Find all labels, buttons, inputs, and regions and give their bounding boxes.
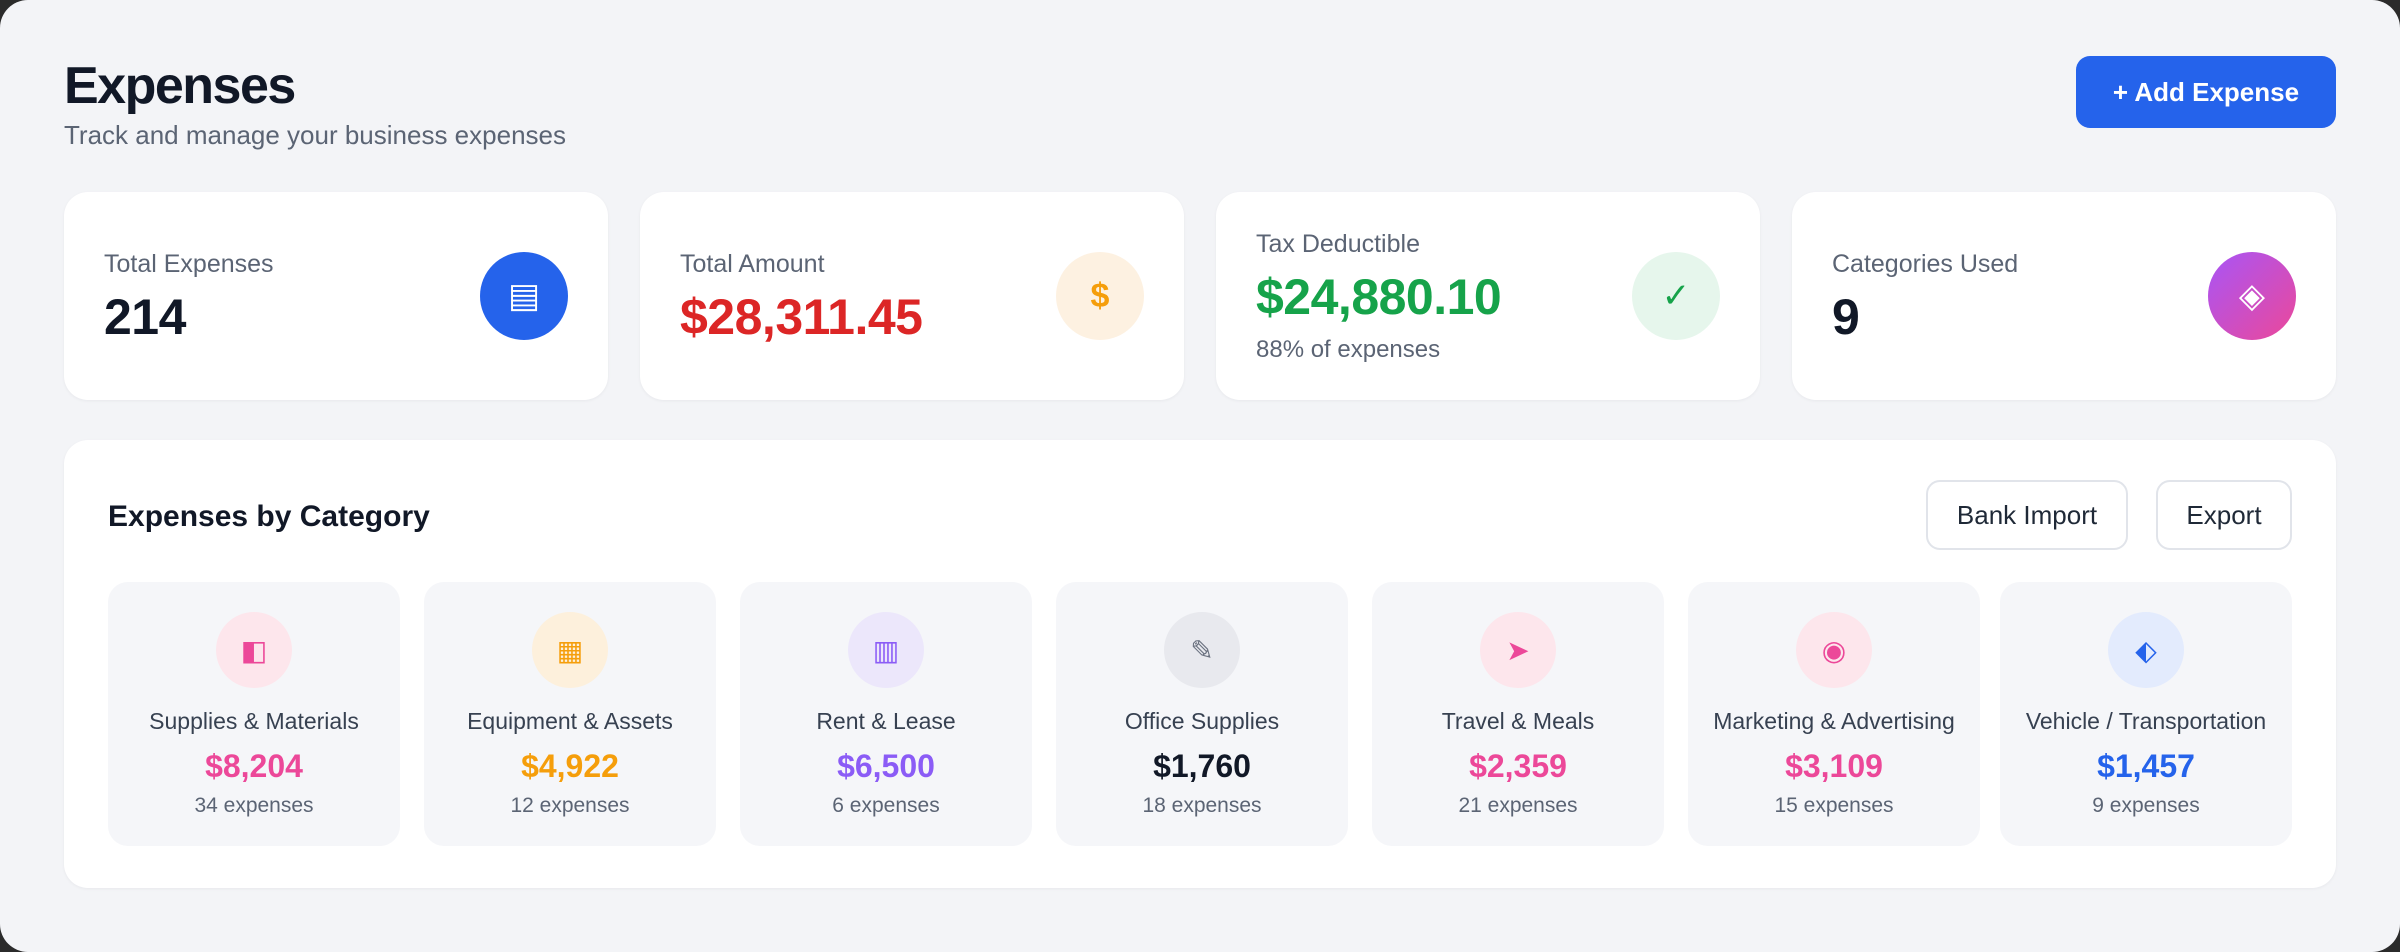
category-name: Travel & Meals: [1441, 708, 1595, 734]
panel-title: Expenses by Category: [108, 500, 430, 533]
stat-label: Total Amount: [680, 250, 825, 278]
stat-label: Total Expenses: [104, 250, 274, 278]
diamond-icon: ◈: [2208, 252, 2296, 340]
stat-value: 214: [104, 289, 186, 345]
checkmark-icon: ✓: [1632, 252, 1720, 340]
stat-label: Categories Used: [1832, 250, 2019, 278]
category-count: 6 expenses: [832, 794, 940, 817]
document-icon: ▤: [480, 252, 568, 340]
category-amount: $2,359: [1469, 748, 1567, 784]
category-amount: $4,922: [521, 748, 619, 784]
stat-card-categories-used: Categories Used 9 ◈: [1792, 192, 2336, 400]
bank-import-button[interactable]: Bank Import: [1926, 480, 2128, 550]
category-card-vehicle[interactable]: ⬖ Vehicle / Transportation $1,457 9 expe…: [2000, 582, 2292, 846]
page-title: Expenses: [64, 57, 296, 115]
category-name: Equipment & Assets: [467, 708, 673, 734]
page-subtitle: Track and manage your business expenses: [64, 120, 566, 150]
category-card-rent[interactable]: ▥ Rent & Lease $6,500 6 expenses: [740, 582, 1032, 846]
stat-card-total-amount: Total Amount $28,311.45 $: [640, 192, 1184, 400]
stat-note: 88% of expenses: [1256, 336, 1441, 363]
stat-card-tax-deductible: Tax Deductible $24,880.10 88% of expense…: [1216, 192, 1760, 400]
vehicle-icon: ⬖: [2108, 612, 2184, 688]
category-amount: $3,109: [1785, 748, 1883, 784]
category-name: Rent & Lease: [816, 708, 956, 734]
category-name: Vehicle / Transportation: [2025, 708, 2267, 734]
category-count: 9 expenses: [2092, 794, 2200, 817]
category-count: 18 expenses: [1142, 794, 1262, 817]
category-count: 21 expenses: [1458, 794, 1578, 817]
building-icon: ▥: [848, 612, 924, 688]
add-expense-button[interactable]: + Add Expense: [2076, 56, 2336, 128]
category-amount: $8,204: [205, 748, 303, 784]
category-name: Marketing & Advertising: [1713, 708, 1955, 734]
category-amount: $1,760: [1153, 748, 1251, 784]
category-count: 12 expenses: [510, 794, 630, 817]
category-panel: Expenses by Category Bank Import Export …: [64, 440, 2336, 888]
category-amount: $1,457: [2097, 748, 2195, 784]
target-icon: ◉: [1796, 612, 1872, 688]
category-name: Supplies & Materials: [149, 708, 359, 734]
category-card-equipment[interactable]: ▦ Equipment & Assets $4,922 12 expenses: [424, 582, 716, 846]
stat-value: 9: [1832, 289, 1860, 345]
category-count: 15 expenses: [1774, 794, 1894, 817]
stat-value: $28,311.45: [680, 289, 923, 345]
supplies-icon: ◧: [216, 612, 292, 688]
stat-label: Tax Deductible: [1256, 230, 1420, 258]
stat-value: $24,880.10: [1256, 269, 1502, 325]
equipment-icon: ▦: [532, 612, 608, 688]
pencil-icon: ✎: [1164, 612, 1240, 688]
export-button[interactable]: Export: [2156, 480, 2292, 550]
stat-card-total-expenses: Total Expenses 214 ▤: [64, 192, 608, 400]
app-window: Expenses Track and manage your business …: [0, 0, 2400, 952]
plane-icon: ➤: [1480, 612, 1556, 688]
category-card-office-supplies[interactable]: ✎ Office Supplies $1,760 18 expenses: [1056, 582, 1348, 846]
dollar-icon: $: [1056, 252, 1144, 340]
category-card-travel[interactable]: ➤ Travel & Meals $2,359 21 expenses: [1372, 582, 1664, 846]
category-card-supplies[interactable]: ◧ Supplies & Materials $8,204 34 expense…: [108, 582, 400, 846]
category-card-marketing[interactable]: ◉ Marketing & Advertising $3,109 15 expe…: [1688, 582, 1980, 846]
category-count: 34 expenses: [194, 794, 314, 817]
category-name: Office Supplies: [1124, 708, 1280, 734]
category-amount: $6,500: [837, 748, 935, 784]
